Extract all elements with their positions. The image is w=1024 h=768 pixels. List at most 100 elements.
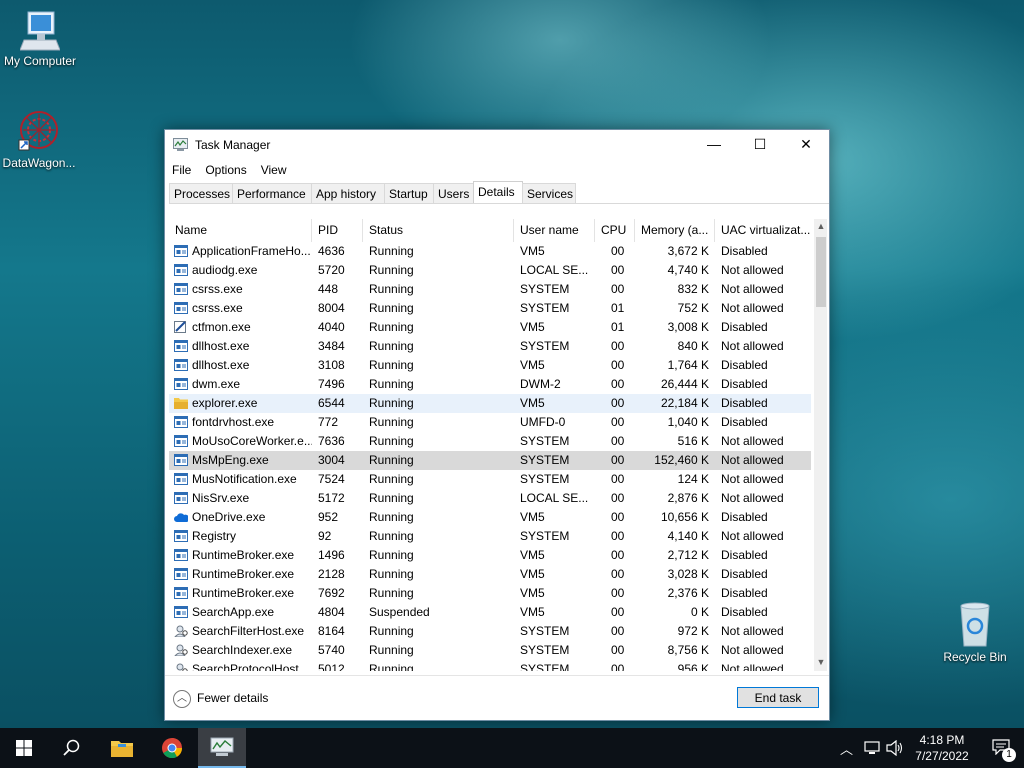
menu-file[interactable]: File <box>165 159 198 181</box>
tab-details[interactable]: Details <box>473 181 523 203</box>
cell-mem: 972 K <box>677 624 709 638</box>
tab-services[interactable]: Services <box>522 183 576 203</box>
column-header-pid[interactable]: PID <box>312 219 363 242</box>
table-row[interactable]: ctfmon.exe 4040 Running VM5 01 3,008 K Disable… <box>169 318 811 337</box>
notification-count-badge: 1 <box>1002 748 1016 762</box>
cell-name: csrss.exe <box>192 301 243 315</box>
vertical-scrollbar[interactable]: ▲ ▼ <box>814 219 827 671</box>
desktop-icon-my-computer[interactable]: My Computer <box>0 10 80 68</box>
chevron-up-icon[interactable]: ︿ <box>840 739 853 758</box>
cell-mem: 26,444 K <box>660 377 709 391</box>
cell-pid: 3484 <box>318 339 345 353</box>
maximize-button[interactable]: ☐ <box>737 130 783 159</box>
table-row[interactable]: explorer.exe 6544 Running VM5 00 22,184 K Disa… <box>169 394 811 413</box>
table-row[interactable]: RuntimeBroker.exe 2128 Running VM5 00 3,028 K… <box>169 565 811 584</box>
cell-uac: Not allowed <box>721 491 784 505</box>
cell-uac: Disabled <box>721 244 768 258</box>
desktop-icon-recycle-bin[interactable]: Recycle Bin <box>935 602 1015 664</box>
table-row[interactable]: SearchApp.exe 4804 Suspended VM5 00 0 K Disabl… <box>169 603 811 622</box>
cell-status: Running <box>369 567 414 581</box>
table-row[interactable]: Registry 92 Running SYSTEM 00 4,140 K Not allo… <box>169 527 811 546</box>
close-button[interactable]: ✕ <box>783 130 829 159</box>
taskbar-clock[interactable]: 4:18 PM 7/27/2022 <box>902 732 982 764</box>
cell-name: ApplicationFrameHo... <box>192 244 311 258</box>
fewer-details-label: Fewer details <box>197 691 269 705</box>
cell-user: VM5 <box>520 510 545 524</box>
tab-app-history[interactable]: App history <box>311 183 385 203</box>
table-row[interactable]: audiodg.exe 5720 Running LOCAL SE... 00 4,740… <box>169 261 811 280</box>
table-row[interactable]: NisSrv.exe 5172 Running LOCAL SE... 00 2,876 … <box>169 489 811 508</box>
cell-uac: Not allowed <box>721 529 784 543</box>
fewer-details-link[interactable]: ︿ Fewer details <box>173 688 268 708</box>
cell-status: Running <box>369 586 414 600</box>
start-button[interactable] <box>0 728 48 768</box>
cell-mem: 752 K <box>677 301 709 315</box>
column-header-user-name[interactable]: User name <box>514 219 595 242</box>
tab-processes[interactable]: Processes <box>169 183 233 203</box>
table-row[interactable]: RuntimeBroker.exe 1496 Running VM5 00 2,712 K… <box>169 546 811 565</box>
table-row[interactable]: SearchProtocolHost... 5012 Running SYSTEM 00… <box>169 660 811 671</box>
tab-users[interactable]: Users <box>433 183 474 203</box>
cell-status: Running <box>369 396 414 410</box>
cell-name: dllhost.exe <box>192 358 250 372</box>
taskbar-file-explorer[interactable] <box>98 728 146 768</box>
cell-user: SYSTEM <box>520 453 570 467</box>
column-header-cpu[interactable]: CPU <box>595 219 635 242</box>
cell-pid: 772 <box>318 415 339 429</box>
menu-view[interactable]: View <box>254 159 294 181</box>
menu-options[interactable]: Options <box>198 159 253 181</box>
table-row[interactable]: MusNotification.exe 7524 Running SYSTEM 00 12… <box>169 470 811 489</box>
table-row[interactable]: dllhost.exe 3484 Running SYSTEM 00 840 K Not a… <box>169 337 811 356</box>
cell-status: Running <box>369 529 414 543</box>
title-bar[interactable]: Task Manager — ☐ ✕ <box>165 130 829 159</box>
table-row[interactable]: dwm.exe 7496 Running DWM-2 00 26,444 K Disable… <box>169 375 811 394</box>
table-row[interactable]: csrss.exe 8004 Running SYSTEM 01 752 K Not all… <box>169 299 811 318</box>
column-header-memory[interactable]: Memory (a... <box>635 219 715 242</box>
cell-user: LOCAL SE... <box>520 491 589 505</box>
windows-logo-icon <box>16 740 32 756</box>
table-body: ApplicationFrameHo... 4636 Running VM5 00 3,6… <box>169 242 811 671</box>
tab-performance[interactable]: Performance <box>232 183 312 203</box>
cell-pid: 5012 <box>318 662 345 671</box>
table-row[interactable]: MoUsoCoreWorker.e... 7636 Running SYSTEM 00 5… <box>169 432 811 451</box>
cell-user: SYSTEM <box>520 301 570 315</box>
cell-pid: 4804 <box>318 605 345 619</box>
cell-cpu: 00 <box>611 415 625 429</box>
cell-cpu: 00 <box>611 339 625 353</box>
cell-uac: Not allowed <box>721 339 784 353</box>
search-button[interactable] <box>48 728 96 768</box>
table-row[interactable]: SearchFilterHost.exe 8164 Running SYSTEM 00 9… <box>169 622 811 641</box>
minimize-button[interactable]: — <box>691 130 737 159</box>
end-task-button[interactable]: End task <box>737 687 819 708</box>
table-row[interactable]: ApplicationFrameHo... 4636 Running VM5 00 3,6… <box>169 242 811 261</box>
cell-status: Running <box>369 415 414 429</box>
taskbar-task-manager[interactable] <box>198 728 246 768</box>
scroll-down-icon[interactable]: ▼ <box>814 655 827 669</box>
taskbar-chrome[interactable] <box>148 728 196 768</box>
table-row[interactable]: OneDrive.exe 952 Running VM5 00 10,656 K Disab… <box>169 508 811 527</box>
table-row[interactable]: RuntimeBroker.exe 7692 Running VM5 00 2,376 K… <box>169 584 811 603</box>
scrollbar-thumb[interactable] <box>816 237 826 307</box>
cell-user: SYSTEM <box>520 434 570 448</box>
table-row[interactable]: MsMpEng.exe 3004 Running SYSTEM 00 152,460 K N… <box>169 451 811 470</box>
cell-status: Running <box>369 244 414 258</box>
footer-bar: ︿ Fewer details End task <box>165 675 829 721</box>
column-header-status[interactable]: Status <box>363 219 514 242</box>
column-header-name[interactable]: Name <box>169 219 312 242</box>
cell-cpu: 00 <box>611 529 625 543</box>
network-icon[interactable] <box>864 740 880 756</box>
column-header-uac[interactable]: UAC virtualizat... <box>715 219 811 242</box>
cell-cpu: 00 <box>611 263 625 277</box>
cell-name: NisSrv.exe <box>192 491 250 505</box>
scroll-up-icon[interactable]: ▲ <box>814 219 827 233</box>
action-center-button[interactable]: 1 <box>982 728 1024 768</box>
desktop-icon-datawagon[interactable]: DataWagon... <box>0 108 79 170</box>
table-row[interactable]: SearchIndexer.exe 5740 Running SYSTEM 00 8,75… <box>169 641 811 660</box>
cell-pid: 7692 <box>318 586 345 600</box>
cell-user: VM5 <box>520 605 545 619</box>
table-row[interactable]: dllhost.exe 3108 Running VM5 00 1,764 K Disabl… <box>169 356 811 375</box>
table-row[interactable]: csrss.exe 448 Running SYSTEM 00 832 K Not allo… <box>169 280 811 299</box>
cell-user: VM5 <box>520 358 545 372</box>
table-row[interactable]: fontdrvhost.exe 772 Running UMFD-0 00 1,040 K… <box>169 413 811 432</box>
tab-startup[interactable]: Startup <box>384 183 434 203</box>
